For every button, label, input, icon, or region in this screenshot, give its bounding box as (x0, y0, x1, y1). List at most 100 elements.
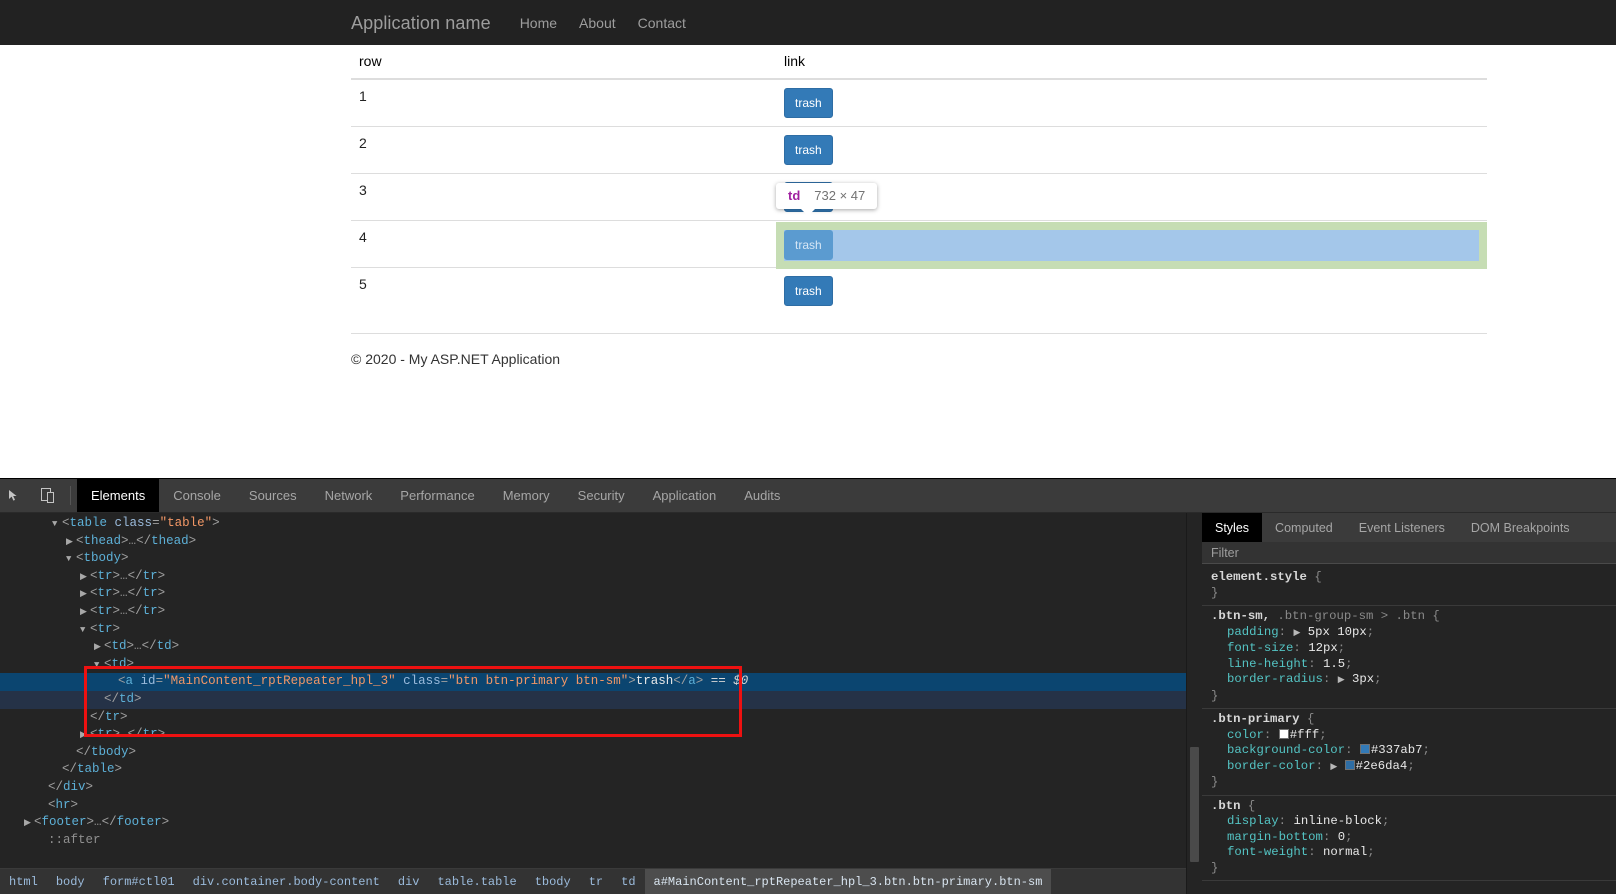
devtools-tab-memory[interactable]: Memory (489, 479, 564, 512)
dom-tree[interactable]: ▼<table class="table">▶<thead>…</thead>▼… (0, 513, 1186, 849)
dom-tree-line[interactable]: ▶<footer>…</footer> (0, 814, 1186, 832)
navbar-brand[interactable]: Application name (351, 14, 491, 32)
styles-pane: StylesComputedEvent ListenersDOM Breakpo… (1186, 513, 1616, 894)
style-rule[interactable]: element.style {} (1202, 567, 1616, 606)
dom-breadcrumb: htmlbodyform#ctl01div.container.body-con… (0, 868, 1186, 894)
breadcrumb-item[interactable]: a#MainContent_rptRepeater_hpl_3.btn.btn-… (645, 869, 1052, 894)
styles-tabstrip: StylesComputedEvent ListenersDOM Breakpo… (1202, 513, 1616, 542)
styles-tab-styles[interactable]: Styles (1202, 513, 1262, 542)
toolbar-divider (70, 486, 71, 505)
browser-page-viewport: Application name Home About Contact row … (0, 0, 1616, 478)
devtools-tab-audits[interactable]: Audits (730, 479, 794, 512)
breadcrumb-item[interactable]: div (389, 869, 429, 894)
devtools-tab-network[interactable]: Network (311, 479, 387, 512)
cell-link: trash (776, 79, 1487, 127)
table-row: 2 trash (351, 127, 1487, 174)
body-content-container: row link 1trash2trash3trash4trash5trash (351, 45, 1487, 315)
cell-link: trash (776, 268, 1487, 315)
trash-button[interactable]: trash (784, 88, 833, 118)
table-head: row link (351, 45, 1487, 79)
styles-scrollbar[interactable] (1187, 542, 1202, 894)
inspect-tooltip: td 732 × 47 (776, 183, 877, 209)
styles-filter-input[interactable]: Filter (1202, 542, 1616, 564)
content-divider (351, 333, 1487, 334)
dom-tree-line[interactable]: ▶<tr>…</tr> (0, 568, 1186, 586)
breadcrumb-item[interactable]: html (0, 869, 47, 894)
devtools-body: ▼<table class="table">▶<thead>…</thead>▼… (0, 513, 1616, 894)
cell-link-highlighted: trash (776, 221, 1487, 268)
table-header-row: row link (351, 45, 1487, 79)
cell-row-number: 5 (351, 268, 776, 315)
nav-link-contact[interactable]: Contact (638, 16, 686, 30)
devtools-tab-application[interactable]: Application (639, 479, 731, 512)
dom-tree-line[interactable]: ▶<td>…</td> (0, 638, 1186, 656)
breadcrumb-item[interactable]: tbody (526, 869, 580, 894)
nav-link-home[interactable]: Home (520, 16, 557, 30)
table-body: 1trash2trash3trash4trash5trash (351, 79, 1487, 315)
inspect-tooltip-tag: td (788, 188, 800, 203)
devtools-tab-sources[interactable]: Sources (235, 479, 311, 512)
dom-tree-line[interactable]: </div> (0, 779, 1186, 797)
table-row: 4 trash (351, 221, 1487, 268)
breadcrumb-item[interactable]: form#ctl01 (94, 869, 184, 894)
inspect-element-icon[interactable] (2, 483, 28, 509)
dom-tree-line[interactable]: ▶<thead>…</thead> (0, 533, 1186, 551)
breadcrumb-item[interactable]: body (47, 869, 94, 894)
cell-row-number: 4 (351, 221, 776, 268)
devtools-toolbar: ElementsConsoleSourcesNetworkPerformance… (0, 479, 1616, 513)
devtools-tab-security[interactable]: Security (564, 479, 639, 512)
dom-tree-line[interactable]: ::after (0, 832, 1186, 850)
col-header-row: row (351, 45, 776, 79)
devtools-tab-elements[interactable]: Elements (77, 479, 159, 512)
dom-tree-line[interactable]: ▼<tr> (0, 621, 1186, 639)
devtools-panel: ElementsConsoleSourcesNetworkPerformance… (0, 478, 1616, 893)
style-rule[interactable]: .btn-sm, .btn-group-sm > .btn {padding: … (1202, 606, 1616, 709)
dom-tree-line[interactable]: ▼<table class="table"> (0, 515, 1186, 533)
table-row: 5 trash (351, 268, 1487, 315)
style-rules-list: element.style {}.btn-sm, .btn-group-sm >… (1202, 564, 1616, 881)
col-header-link: link (776, 45, 1487, 79)
cell-row-number: 2 (351, 127, 776, 174)
nav-link-about[interactable]: About (579, 16, 616, 30)
dom-tree-line[interactable]: ▶<tr>…</tr> (0, 603, 1186, 621)
styles-scrollbar-thumb[interactable] (1190, 747, 1199, 862)
trash-button[interactable]: trash (784, 135, 833, 165)
breadcrumb-item[interactable]: td (612, 869, 644, 894)
style-rule[interactable]: .btn {display: inline-block;margin-botto… (1202, 796, 1616, 882)
styles-tab-event-listeners[interactable]: Event Listeners (1346, 513, 1458, 542)
dom-tree-line[interactable]: ▼<tbody> (0, 550, 1186, 568)
table-row: 1trash (351, 79, 1487, 127)
device-toolbar-icon[interactable] (36, 483, 62, 509)
dom-tree-line[interactable]: <hr> (0, 797, 1186, 815)
breadcrumb-item[interactable]: tr (580, 869, 612, 894)
dom-tree-pane[interactable]: ▼<table class="table">▶<thead>…</thead>▼… (0, 513, 1186, 894)
cell-link: trash (776, 174, 1487, 221)
styles-tab-computed[interactable]: Computed (1262, 513, 1346, 542)
devtools-tab-performance[interactable]: Performance (386, 479, 488, 512)
trash-button[interactable]: trash (784, 276, 833, 306)
styles-tab-dom-breakpoints[interactable]: DOM Breakpoints (1458, 513, 1583, 542)
highlight-content-box (784, 230, 1479, 261)
page-footer-text: © 2020 - My ASP.NET Application (351, 351, 1616, 367)
dom-tree-line[interactable]: </tr> (0, 709, 1186, 727)
cell-link: trash (776, 127, 1487, 174)
dom-tree-line[interactable]: </table> (0, 761, 1186, 779)
dom-tree-line[interactable]: </td> (0, 691, 1186, 709)
dom-tree-line[interactable]: ▶<tr>…</tr> (0, 726, 1186, 744)
devtools-tab-console[interactable]: Console (159, 479, 235, 512)
dom-tree-line[interactable]: <a id="MainContent_rptRepeater_hpl_3" cl… (0, 673, 1186, 691)
table-row: 3trash (351, 174, 1487, 221)
navbar: Application name Home About Contact (0, 0, 1616, 45)
trash-button[interactable]: trash (784, 230, 833, 260)
dom-tree-line[interactable]: ▶<tr>…</tr> (0, 585, 1186, 603)
style-rule[interactable]: .btn-primary {color: #fff;background-col… (1202, 709, 1616, 796)
highlight-padding-box: trash (776, 222, 1487, 269)
dom-tree-line[interactable]: </tbody> (0, 744, 1186, 762)
breadcrumb-item[interactable]: div.container.body-content (184, 869, 389, 894)
inspect-tooltip-dimensions: 732 × 47 (814, 188, 865, 203)
devtools-tabstrip: ElementsConsoleSourcesNetworkPerformance… (77, 479, 794, 512)
dom-tree-line[interactable]: ▼<td> (0, 656, 1186, 674)
data-table: row link 1trash2trash3trash4trash5trash (351, 45, 1487, 315)
cell-row-number: 3 (351, 174, 776, 221)
breadcrumb-item[interactable]: table.table (428, 869, 525, 894)
